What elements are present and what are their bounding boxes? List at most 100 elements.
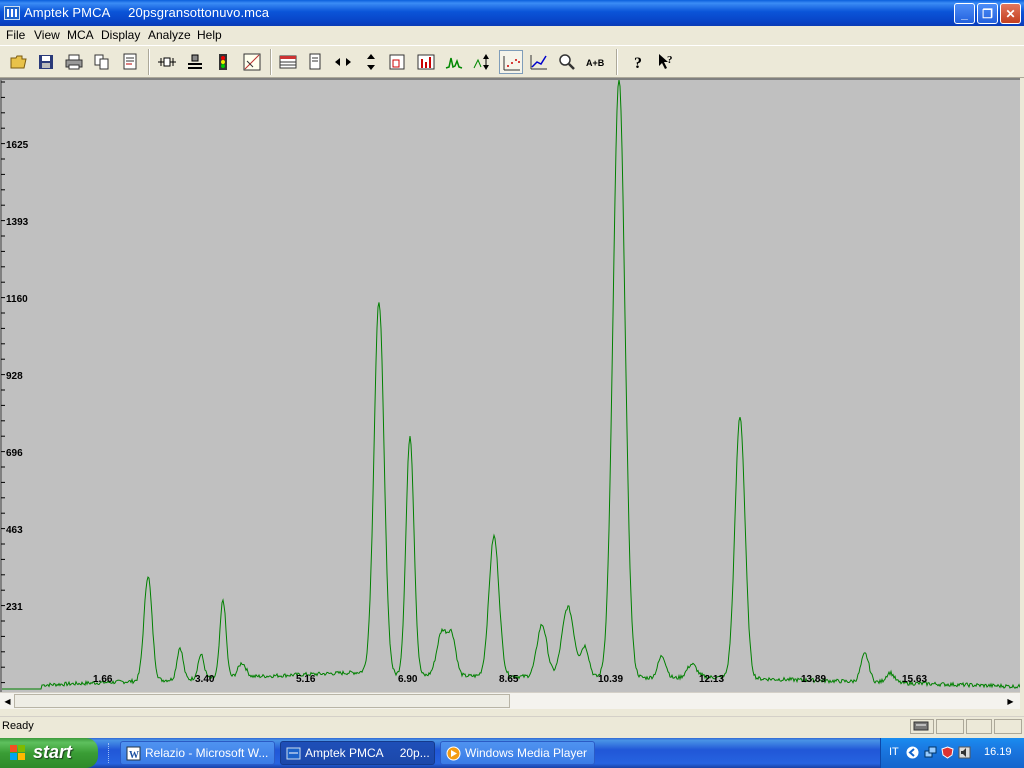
roi-table-button[interactable] [276,50,300,74]
taskbar-item-label: Windows Media Player [465,746,588,760]
horizontal-scrollbar[interactable]: ◀ ▶ [0,692,1020,709]
scroll-right-arrow-icon[interactable]: ▶ [1003,694,1018,709]
open-folder-icon [10,55,27,69]
menu-bar: File View MCA Display Analyze Help [0,26,1024,45]
y-tick-label: 1160 [6,294,28,305]
pmca-app-icon [286,747,301,760]
page-button[interactable] [303,50,327,74]
windows-logo-icon [10,745,25,760]
word-document-icon: W [126,746,141,761]
close-button[interactable]: ✕ [1000,3,1021,24]
roi-table-icon [279,55,297,69]
taskbar-item-media-player[interactable]: Windows Media Player [440,741,595,765]
save-file-button[interactable] [34,50,58,74]
context-help-button[interactable]: ? [655,50,679,74]
menu-view[interactable]: View [34,28,60,42]
scroll-left-arrow-icon[interactable]: ◀ [0,694,15,709]
spectrum-svg [2,80,1020,690]
x-tick-label: 8.65 [499,674,519,685]
connect-button[interactable] [155,50,179,74]
taskbar-item-label: Relazio - Microsoft W... [145,746,269,760]
vertical-expand-button[interactable] [359,50,383,74]
dot-plot-button[interactable] [499,50,523,74]
taskbar-item-word[interactable]: W Relazio - Microsoft W... [120,741,275,765]
floppy-disk-icon [39,55,53,69]
menu-display[interactable]: Display [101,28,140,42]
toolbar: A+B ? ? [0,45,1024,78]
y-tick-label: 463 [6,525,23,536]
roi-zoom-button[interactable] [386,50,410,74]
app-icon[interactable] [4,6,20,20]
zoom-button[interactable] [555,50,579,74]
page-icon [309,53,321,70]
context-help-icon: ? [659,54,673,69]
a-plus-b-button[interactable]: A+B [583,50,607,74]
menu-help[interactable]: Help [197,28,222,42]
start-label: start [33,742,73,762]
restore-button[interactable]: ❐ [977,3,998,24]
taskbar-item-pmca[interactable]: Amptek PMCA 20p... [280,741,435,765]
peaks-button[interactable] [442,50,466,74]
bar-chart-button[interactable] [414,50,438,74]
help-button[interactable]: ? [627,50,651,74]
window-title: Amptek PMCA 20psgransottonuvo.mca [24,5,270,20]
x-tick-label: 6.90 [398,674,418,685]
toolbar-separator [148,49,150,75]
report-icon [123,53,137,70]
report-button[interactable] [118,50,142,74]
horizontal-expand-button[interactable] [331,50,355,74]
start-button[interactable]: start [0,738,98,768]
dot-plot-icon [503,56,520,71]
status-text: Ready [2,720,34,732]
x-tick-label: 10.39 [598,674,624,685]
print-button[interactable] [62,50,86,74]
tray-expand-icon[interactable] [906,746,919,759]
status-pane [966,719,992,734]
clock: 16.19 [984,746,1012,758]
open-file-button[interactable] [7,50,31,74]
x-tick-label: 1.66 [93,674,113,685]
x-tick-label: 13.89 [801,674,827,685]
auto-scale-icon [473,54,489,70]
menu-analyze[interactable]: Analyze [148,28,191,42]
scrollbar-thumb[interactable] [14,694,510,708]
language-indicator[interactable]: IT [889,746,899,758]
y-axis-ticks [1,81,5,684]
media-player-icon [446,746,461,761]
volume-icon[interactable] [958,746,971,759]
copy-button[interactable] [90,50,114,74]
taskbar-separator [108,743,112,763]
magnifier-icon [559,54,575,70]
system-tray: IT 16.19 [880,738,1024,768]
a-plus-b-icon: A+B [586,58,604,68]
taskbar-item-label: Amptek PMCA 20p... [305,746,430,760]
adjust-icon [188,54,202,69]
x-tick-label: 12.13 [699,674,725,685]
roi-zoom-icon [389,54,405,70]
security-shield-icon[interactable] [941,746,954,759]
calibrate-button[interactable] [240,50,264,74]
line-plot-button[interactable] [527,50,551,74]
menu-file[interactable]: File [6,28,25,42]
traffic-light-button[interactable] [211,50,235,74]
a-plus-b-label: A+B [586,58,604,68]
svg-text:?: ? [667,54,673,66]
x-tick-label: 15.63 [902,674,928,685]
y-tick-label: 1625 [6,140,29,151]
adjust-button[interactable] [183,50,207,74]
spectrum-plot[interactable] [0,78,1020,692]
title-bar[interactable]: Amptek PMCA 20psgransottonuvo.mca _ ❐ ✕ [0,0,1024,26]
bar-chart-icon [417,54,435,70]
auto-scale-button[interactable] [470,50,494,74]
menu-mca[interactable]: MCA [67,28,94,42]
traffic-light-icon [219,54,227,70]
printer-icon [65,54,83,70]
status-bar: Ready [0,716,1024,737]
vertical-arrows-icon [367,54,375,70]
spectrum-line [2,80,1020,690]
status-pane [936,719,964,734]
network-icon[interactable] [924,746,937,759]
x-tick-label: 5.16 [296,674,316,685]
device-icon [913,721,929,731]
minimize-button[interactable]: _ [954,3,975,24]
